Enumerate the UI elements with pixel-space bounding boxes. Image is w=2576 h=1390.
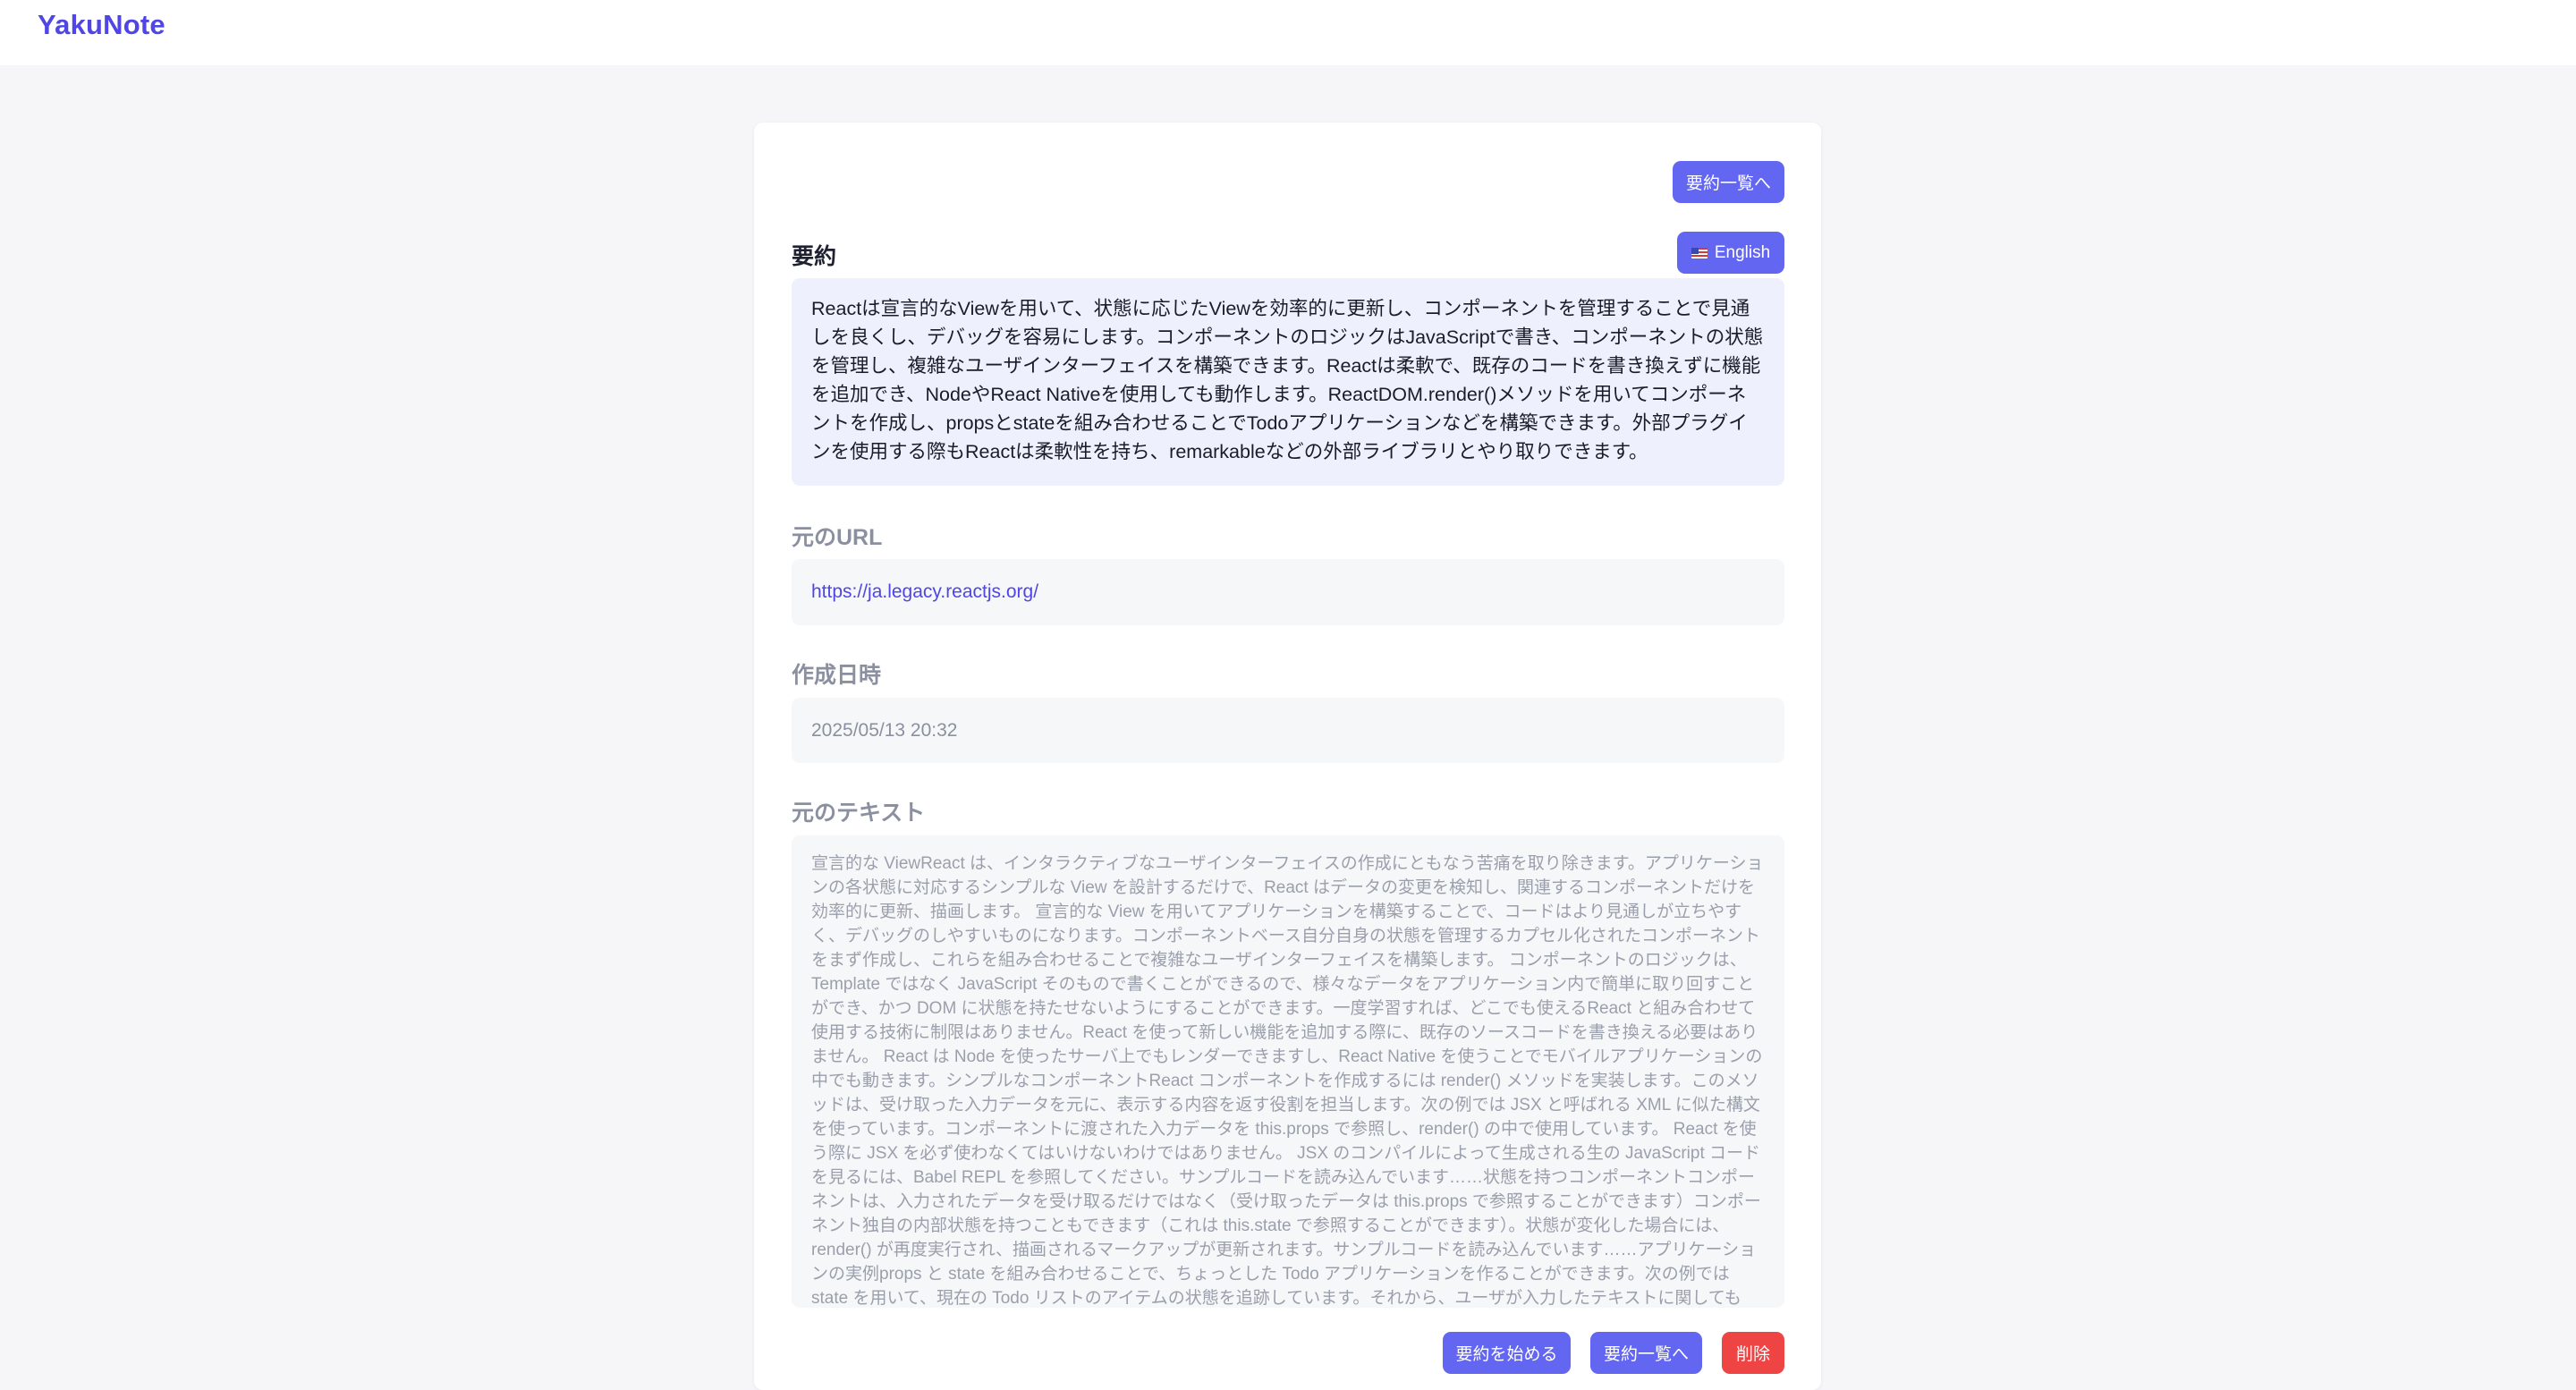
to-summary-list-button-top[interactable]: 要約一覧へ [1673, 161, 1784, 203]
created-at-field: 2025/05/13 20:32 [792, 698, 1784, 763]
source-text-content[interactable]: 宣言的な ViewReact は、インタラクティブなユーザインターフェイスの作成… [792, 835, 1784, 1308]
language-toggle-button[interactable]: English [1677, 232, 1784, 274]
source-url-heading: 元のURL [792, 525, 883, 550]
source-url-field: https://ja.legacy.reactjs.org/ [792, 559, 1784, 625]
to-summary-list-button-bottom[interactable]: 要約一覧へ [1590, 1332, 1702, 1374]
summary-heading: 要約 [792, 244, 837, 269]
created-at-value: 2025/05/13 20:32 [811, 719, 958, 741]
source-url-link[interactable]: https://ja.legacy.reactjs.org/ [811, 581, 1038, 603]
source-text-heading: 元のテキスト [792, 801, 926, 826]
start-summary-button[interactable]: 要約を始める [1443, 1332, 1571, 1374]
created-at-heading: 作成日時 [792, 663, 882, 688]
top-navigation-bar: YakuNote [0, 0, 2576, 65]
delete-button[interactable]: 削除 [1722, 1332, 1784, 1374]
summary-detail-card: 要約一覧へ 要約 English Reactは宣言的なViewを用いて、状態に応… [754, 123, 1821, 1390]
language-button-label: English [1714, 242, 1771, 262]
us-flag-icon [1690, 247, 1707, 259]
app-logo[interactable]: YakuNote [38, 9, 165, 41]
summary-text: Reactは宣言的なViewを用いて、状態に応じたViewを効率的に更新し、コン… [792, 278, 1784, 486]
